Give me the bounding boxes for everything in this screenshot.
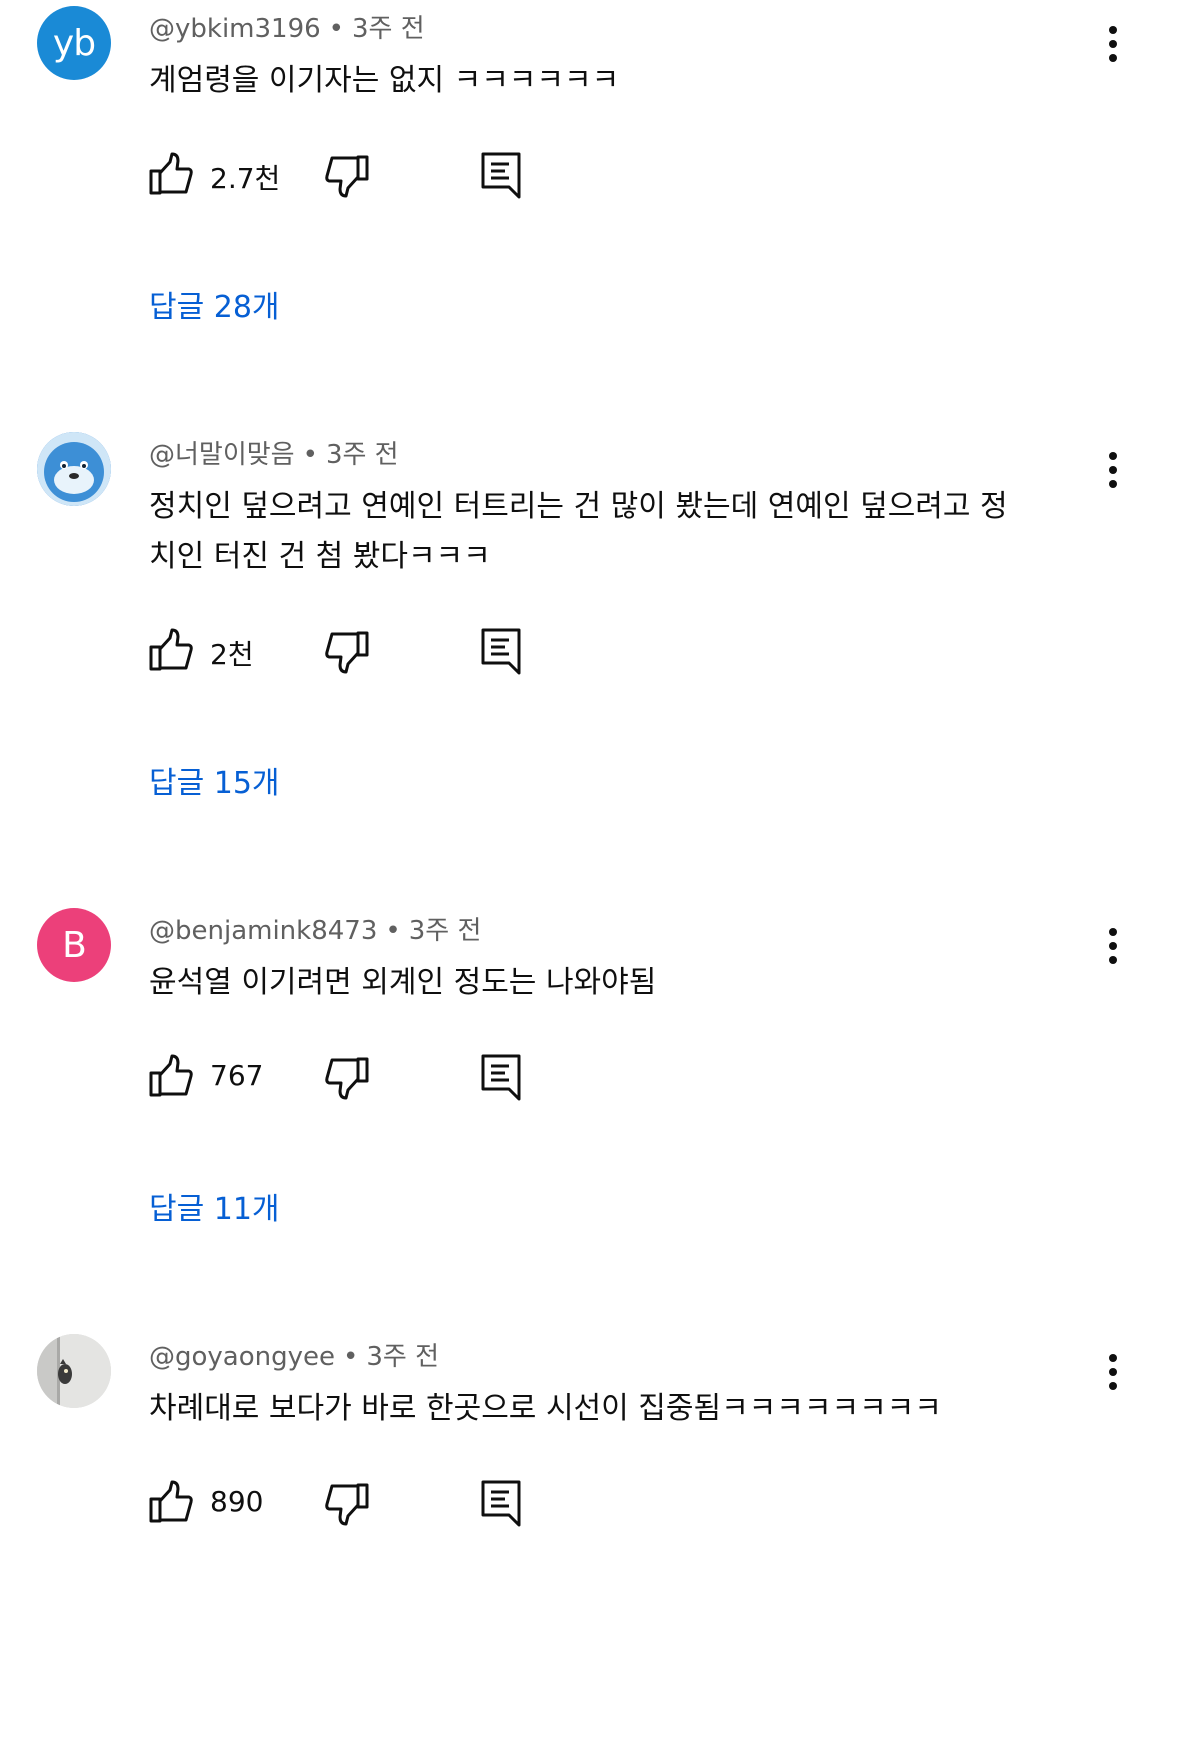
more-vert-icon[interactable] bbox=[1098, 448, 1128, 492]
more-vert-icon[interactable] bbox=[1098, 1350, 1128, 1394]
comment-meta: @goyaongyee • 3주 전 bbox=[149, 1336, 439, 1373]
reply-icon[interactable] bbox=[480, 1053, 522, 1101]
comment-time[interactable]: 3주 전 bbox=[366, 1342, 439, 1372]
comment-meta: @benjamink8473 • 3주 전 bbox=[149, 910, 481, 947]
thumb-up-icon[interactable] bbox=[148, 151, 194, 197]
comment-text: 차례대로 보다가 바로 한곳으로 시선이 집중됨ㅋㅋㅋㅋㅋㅋㅋㅋ bbox=[149, 1391, 942, 1426]
comment-thread: yb @ybkim3196 • 3주 전 계엄령을 이기자는 없지 ㅋㅋㅋㅋㅋㅋ 2… bbox=[0, 0, 1200, 426]
author-handle[interactable]: @너말이맞음 bbox=[149, 440, 295, 470]
seal-cartoon-avatar[interactable] bbox=[37, 432, 111, 506]
replies-link[interactable]: 답글 28개 bbox=[149, 282, 280, 326]
like-count: 2천 bbox=[210, 638, 254, 671]
like-count: 2.7천 bbox=[210, 162, 281, 195]
thumb-down-icon[interactable] bbox=[324, 1055, 370, 1101]
comment-text: 윤석열 이기려면 외계인 정도는 나와야됨 bbox=[149, 965, 657, 1000]
comment-thread: @너말이맞음 • 3주 전 정치인 덮으려고 연예인 터트리는 건 많이 봤는데 연… bbox=[0, 426, 1200, 852]
thumb-up-icon[interactable] bbox=[148, 627, 194, 673]
author-handle[interactable]: @goyaongyee bbox=[149, 1342, 335, 1372]
avatar-letters: yb bbox=[52, 22, 96, 64]
thumb-down-icon[interactable] bbox=[324, 629, 370, 675]
reply-icon[interactable] bbox=[480, 1479, 522, 1527]
comment-meta: @ybkim3196 • 3주 전 bbox=[149, 8, 425, 45]
author-handle[interactable]: @benjamink8473 bbox=[149, 916, 377, 946]
separator-dot: • bbox=[328, 14, 345, 44]
separator-dot: • bbox=[302, 440, 318, 470]
more-vert-icon[interactable] bbox=[1098, 22, 1128, 66]
reply-icon[interactable] bbox=[480, 151, 522, 199]
separator-dot: • bbox=[385, 916, 401, 946]
thumb-down-icon[interactable] bbox=[324, 153, 370, 199]
comment-time[interactable]: 3주 전 bbox=[352, 14, 425, 44]
replies-link[interactable]: 답글 15개 bbox=[149, 758, 280, 802]
comment-text: 계엄령을 이기자는 없지 ㅋㅋㅋㅋㅋㅋ bbox=[149, 63, 620, 98]
comment-meta: @너말이맞음 • 3주 전 bbox=[149, 434, 399, 471]
avatar[interactable]: yb bbox=[37, 6, 111, 80]
separator-dot: • bbox=[343, 1342, 359, 1372]
avatar[interactable]: B bbox=[37, 908, 111, 982]
thumb-up-icon[interactable] bbox=[148, 1053, 194, 1099]
cat-peeking-avatar[interactable] bbox=[37, 1334, 111, 1408]
thumb-down-icon[interactable] bbox=[324, 1481, 370, 1527]
replies-link[interactable]: 답글 11개 bbox=[149, 1184, 280, 1228]
comment-thread: @goyaongyee • 3주 전 차례대로 보다가 바로 한곳으로 시선이 집중… bbox=[0, 1328, 1200, 1754]
comment-thread: B @benjamink8473 • 3주 전 윤석열 이기려면 외계인 정도는 나… bbox=[0, 902, 1200, 1328]
comment-time[interactable]: 3주 전 bbox=[409, 916, 482, 946]
like-count: 890 bbox=[210, 1485, 264, 1518]
author-handle[interactable]: @ybkim3196 bbox=[149, 14, 321, 44]
avatar-letters: B bbox=[62, 924, 87, 966]
reply-icon[interactable] bbox=[480, 627, 522, 675]
like-count: 767 bbox=[210, 1059, 264, 1092]
comment-text: 정치인 덮으려고 연예인 터트리는 건 많이 봤는데 연예인 덮으려고 정치인 … bbox=[149, 489, 1008, 574]
thumb-up-icon[interactable] bbox=[148, 1479, 194, 1525]
more-vert-icon[interactable] bbox=[1098, 924, 1128, 968]
comment-time[interactable]: 3주 전 bbox=[326, 440, 399, 470]
